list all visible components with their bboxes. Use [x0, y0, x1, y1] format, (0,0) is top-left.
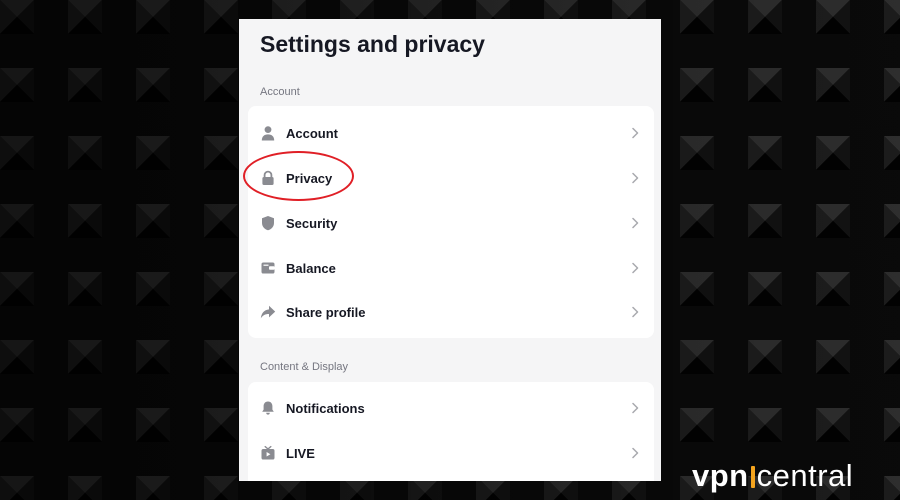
page-title: Settings and privacy	[260, 31, 485, 57]
chevron-right-icon	[628, 216, 642, 230]
privacy-highlight-circle	[243, 151, 354, 201]
account-settings-card: Account Privacy Security Balance Share p…	[248, 106, 654, 338]
settings-item-account[interactable]: Account	[248, 111, 654, 155]
share-arrow-icon	[260, 304, 276, 320]
logo-text-vpn: vpn	[692, 458, 749, 493]
settings-item-label: Share profile	[286, 304, 366, 320]
wallet-icon	[260, 260, 276, 276]
settings-item-label: Notifications	[286, 400, 365, 416]
logo-text-central: central	[756, 458, 854, 493]
settings-item-notifications[interactable]: Notifications	[248, 386, 654, 430]
live-tv-icon	[260, 445, 276, 461]
chevron-right-icon	[628, 401, 642, 415]
settings-item-label: Security	[286, 215, 338, 231]
settings-item-label: LIVE	[286, 445, 315, 461]
chevron-right-icon	[628, 171, 642, 185]
settings-item-share-profile[interactable]: Share profile	[248, 290, 654, 334]
person-icon	[260, 125, 276, 141]
bell-icon	[260, 400, 276, 416]
settings-item-label: Account	[286, 125, 338, 141]
vpncentral-logo: vpn central	[692, 458, 853, 494]
settings-item-security[interactable]: Security	[248, 201, 654, 245]
chevron-right-icon	[628, 305, 642, 319]
shield-icon	[260, 215, 276, 231]
section-label-content-display: Content & Display	[260, 361, 349, 373]
settings-item-live[interactable]: LIVE	[248, 431, 654, 475]
chevron-right-icon	[628, 446, 642, 460]
logo-accent-bar	[750, 466, 755, 488]
chevron-right-icon	[628, 126, 642, 140]
content-display-card: Notifications LIVE	[248, 382, 654, 481]
section-label-account: Account	[260, 86, 300, 98]
chevron-right-icon	[628, 261, 642, 275]
settings-panel: Settings and privacy Account Account Pri…	[239, 19, 661, 481]
settings-item-balance[interactable]: Balance	[248, 246, 654, 290]
settings-item-label: Balance	[286, 260, 336, 276]
